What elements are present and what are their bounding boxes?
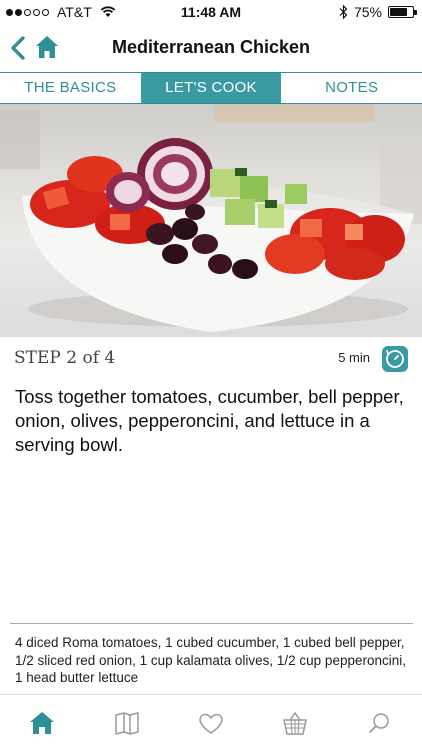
bottom-tab-bar [0,694,422,750]
heart-icon[interactable] [197,709,225,737]
step-instruction: Toss together tomatoes, cucumber, bell p… [15,386,404,455]
tab-notes[interactable]: NOTES [281,73,422,103]
search-icon[interactable] [366,709,394,737]
bluetooth-icon [339,5,348,19]
timer-icon [386,350,404,368]
step-label: STEP 2 of 4 [14,348,116,368]
home-icon[interactable] [28,709,56,737]
page-title: Mediterranean Chicken [111,37,311,57]
salad-bowl-illustration [0,104,422,332]
timer-button[interactable] [382,346,408,372]
tab-lets-cook[interactable]: LET'S COOK [140,73,282,103]
step-ingredients: 4 diced Roma tomatoes, 1 cubed cucumber,… [15,635,406,685]
basket-icon[interactable] [281,709,309,737]
step-header: STEP 2 of 4 5 min [0,346,422,372]
recipe-photo [0,104,422,337]
status-right: 75% [339,4,417,20]
status-bar: AT&T 11:48 AM 75% [0,0,422,24]
battery-icon [388,6,417,18]
book-icon[interactable] [113,709,141,737]
divider [10,623,413,624]
nav-header: Mediterranean Chicken [0,28,422,68]
tab-the-basics[interactable]: THE BASICS [0,73,141,103]
step-time: 5 min [338,350,370,365]
battery-percent: 75% [353,4,382,20]
segmented-tabs: THE BASICS LET'S COOK NOTES [0,72,422,104]
